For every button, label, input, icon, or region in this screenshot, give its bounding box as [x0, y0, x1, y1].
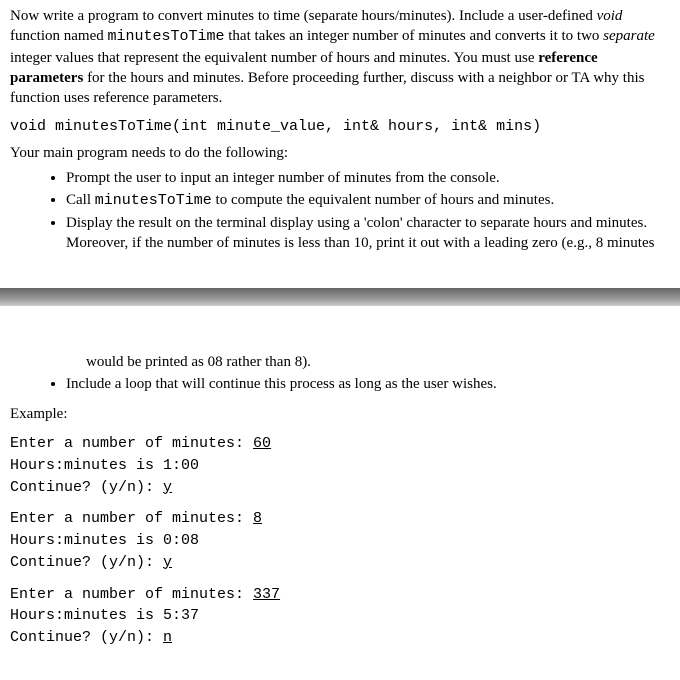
requirements-list-cont: Include a loop that will continue this p…: [66, 374, 670, 394]
user-input: 8: [253, 510, 262, 527]
function-signature: void minutesToTime(int minute_value, int…: [10, 118, 670, 135]
page-divider: [0, 288, 680, 306]
text: Call: [66, 192, 95, 208]
text: that takes an integer number of minutes …: [225, 28, 604, 44]
user-input: y: [163, 479, 172, 496]
continued-text: would be printed as 08 rather than 8).: [86, 352, 670, 372]
fn-name: minutesToTime: [107, 28, 224, 45]
user-input: 60: [253, 435, 271, 452]
user-input: 337: [253, 586, 280, 603]
prompt: Continue? (y/n):: [10, 629, 163, 646]
main-intro: Your main program needs to do the follow…: [10, 143, 670, 163]
prompt: Enter a number of minutes:: [10, 435, 253, 452]
list-item: Call minutesToTime to compute the equiva…: [66, 190, 670, 211]
top-page: Now write a program to convert minutes t…: [0, 0, 680, 268]
prompt: Continue? (y/n):: [10, 554, 163, 571]
example-label: Example:: [10, 406, 670, 423]
prompt: Enter a number of minutes:: [10, 510, 253, 527]
example-run-1: Enter a number of minutes: 60 Hours:minu…: [10, 433, 670, 498]
text: to compute the equivalent number of hour…: [212, 192, 554, 208]
output: Hours:minutes is 0:08: [10, 532, 199, 549]
list-item: Display the result on the terminal displ…: [66, 213, 670, 254]
text: function named: [10, 28, 107, 44]
bottom-page: would be printed as 08 rather than 8). I…: [0, 346, 680, 669]
void-keyword: void: [597, 8, 623, 24]
user-input: n: [163, 629, 172, 646]
output: Hours:minutes is 1:00: [10, 457, 199, 474]
example-run-3: Enter a number of minutes: 337 Hours:min…: [10, 584, 670, 649]
output: Hours:minutes is 5:37: [10, 607, 199, 624]
list-item: Prompt the user to input an integer numb…: [66, 168, 670, 188]
prompt: Continue? (y/n):: [10, 479, 163, 496]
user-input: y: [163, 554, 172, 571]
requirements-list: Prompt the user to input an integer numb…: [66, 168, 670, 254]
prompt: Enter a number of minutes:: [10, 586, 253, 603]
list-item: Include a loop that will continue this p…: [66, 374, 670, 394]
example-run-2: Enter a number of minutes: 8 Hours:minut…: [10, 508, 670, 573]
fn-name: minutesToTime: [95, 192, 212, 209]
intro-paragraph: Now write a program to convert minutes t…: [10, 6, 670, 108]
text: integer values that represent the equiva…: [10, 50, 538, 66]
text: Now write a program to convert minutes t…: [10, 8, 597, 24]
text: for the hours and minutes. Before procee…: [10, 70, 644, 106]
separate-word: separate: [603, 28, 655, 44]
